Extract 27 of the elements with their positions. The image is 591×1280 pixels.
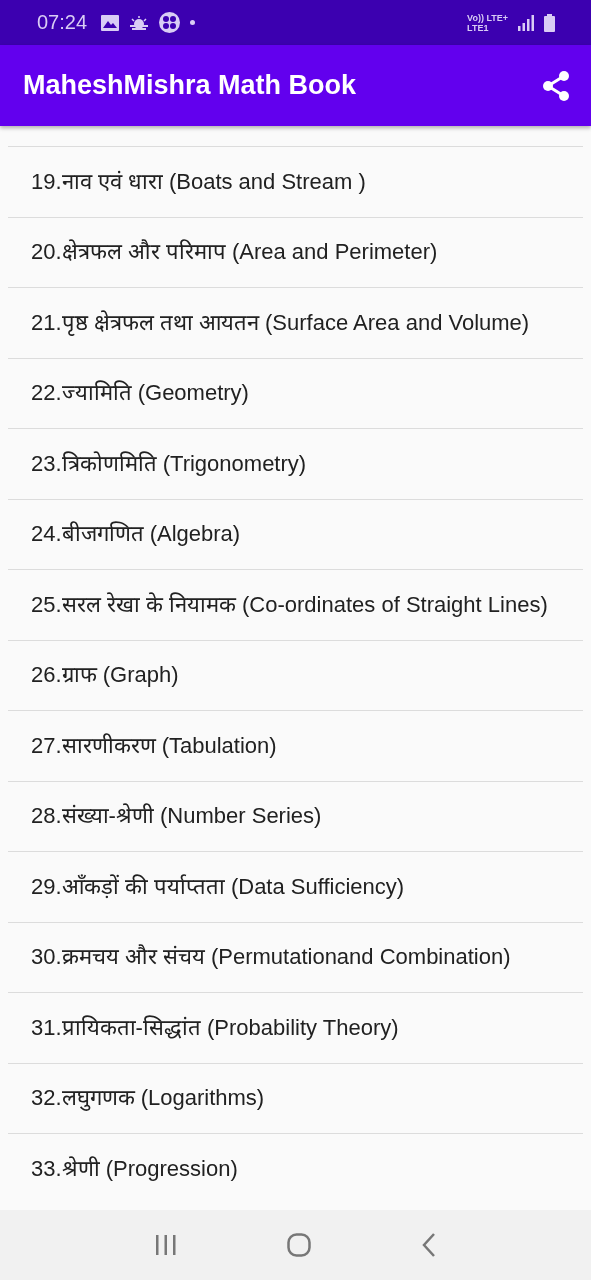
chapter-item[interactable]: 31.प्रायिकता-सिद्धांत (Probability Theory)	[8, 993, 583, 1064]
battery-icon	[544, 13, 555, 32]
chapter-item[interactable]: 21.पृष्ठ क्षेत्रफल तथा आयतन (Surface Area and Volume)	[8, 288, 583, 359]
dot-icon	[190, 20, 196, 25]
network-label: Vo)) LTE+ LTE1	[467, 12, 508, 33]
home-icon[interactable]	[287, 1233, 312, 1257]
app-title: MaheshMishra Math Book	[23, 70, 357, 101]
chapter-item[interactable]: 30.क्रमचय और संचय (Permutationand Combination)	[8, 922, 583, 993]
chapter-item[interactable]: 24.बीजगणित (Algebra)	[8, 499, 583, 570]
chapter-item[interactable]: 26.ग्राफ (Graph)	[8, 640, 583, 711]
recent-apps-icon[interactable]	[155, 1235, 178, 1255]
chapter-item[interactable]: 19.नाव एवं धारा (Boats and Stream )	[8, 147, 583, 218]
chapter-item[interactable]: 33.श्रेणी (Progression)	[8, 1134, 583, 1205]
image-icon	[101, 14, 120, 31]
weather-icon	[129, 14, 150, 31]
chapter-item[interactable]: 32.लघुगणक (Logarithms)	[8, 1063, 583, 1134]
chapter-item[interactable]: 22.ज्यामिति (Geometry)	[8, 358, 583, 429]
signal-icon	[518, 14, 534, 31]
share-icon[interactable]	[542, 70, 570, 101]
back-icon[interactable]	[421, 1233, 436, 1257]
chapter-item[interactable]: 27.सारणीकरण (Tabulation)	[8, 711, 583, 782]
chapter-item[interactable]: 29.आँकड़ों की पर्याप्तता (Data Sufficiency)	[8, 852, 583, 923]
chapter-item[interactable]: 28.संख्या-श्रेणी (Number Series)	[8, 781, 583, 852]
chapter-item[interactable]: 25.सरल रेखा के नियामक (Co-ordinates of Straight Lines)	[8, 570, 583, 641]
status-time: 07:24	[37, 11, 88, 34]
chapter-item[interactable]: 23.त्रिकोणमिति (Trigonometry)	[8, 429, 583, 500]
chapter-item[interactable]: 20.क्षेत्रफल और परिमाप (Area and Perimeter)	[8, 217, 583, 288]
